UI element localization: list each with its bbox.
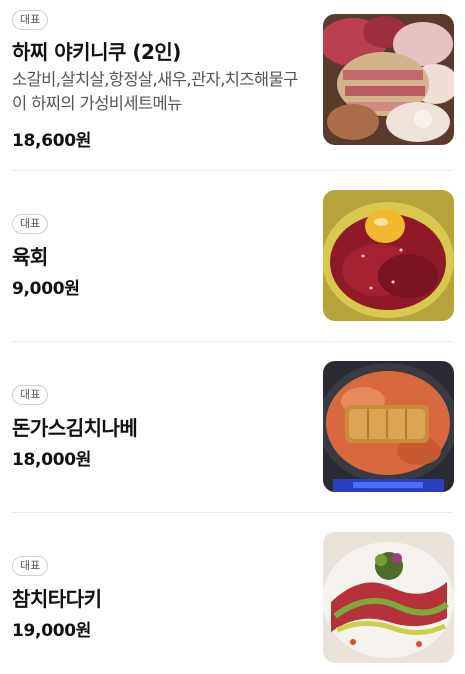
menu-item-name: 돈가스김치나베 bbox=[12, 416, 138, 440]
menu-item-description: 소갈비,살치살,항정살,새우,관자,치즈해물구이 하찌의 가성비세트메뉴 bbox=[12, 70, 298, 113]
beef-tartare-photo bbox=[323, 190, 454, 321]
menu-item-photo[interactable] bbox=[323, 532, 454, 663]
menu-item-name: 참치타다키 bbox=[12, 587, 102, 611]
menu-item-price: 9,000원 bbox=[12, 279, 80, 299]
menu-item-name: 육회 bbox=[12, 245, 48, 269]
menu-list: 대표 하찌 야키니쿠 (2인) 소갈비,살치살,항정살,새우,관자,치즈해물구이… bbox=[0, 0, 465, 674]
menu-item-photo[interactable] bbox=[323, 190, 454, 321]
menu-item-photo[interactable] bbox=[323, 361, 454, 492]
menu-item[interactable]: 대표 참치타다키 19,000원 bbox=[0, 513, 465, 674]
menu-item-price: 18,000원 bbox=[12, 450, 92, 470]
tuna-tataki-photo bbox=[323, 532, 454, 663]
pork-cutlet-kimchi-hotpot-photo bbox=[323, 361, 454, 492]
menu-item-price: 19,000원 bbox=[12, 621, 92, 641]
menu-item[interactable]: 대표 육회 9,000원 bbox=[0, 171, 465, 341]
signature-badge: 대표 bbox=[12, 10, 49, 30]
menu-item-name: 하찌 야키니쿠 (2인) bbox=[12, 40, 181, 64]
signature-badge: 대표 bbox=[12, 556, 49, 576]
grilled-meat-platter-photo bbox=[323, 14, 454, 145]
menu-item-price: 18,600원 bbox=[12, 131, 92, 151]
signature-badge: 대표 bbox=[12, 385, 49, 405]
menu-item[interactable]: 대표 돈가스김치나베 18,000원 bbox=[0, 342, 465, 512]
signature-badge: 대표 bbox=[12, 214, 49, 234]
menu-item[interactable]: 대표 하찌 야키니쿠 (2인) 소갈비,살치살,항정살,새우,관자,치즈해물구이… bbox=[0, 0, 465, 170]
menu-item-photo[interactable] bbox=[323, 14, 454, 145]
